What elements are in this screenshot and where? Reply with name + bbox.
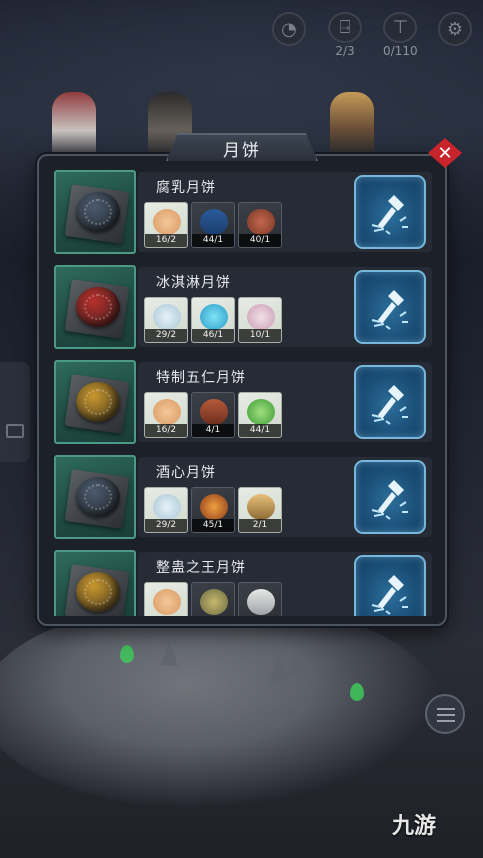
craft-button[interactable]: [354, 555, 426, 616]
sugar-icon: [153, 304, 181, 330]
material-slot[interactable]: 16/2: [144, 202, 188, 248]
herb-icon: [247, 399, 275, 425]
material-slot[interactable]: 29/2: [144, 297, 188, 343]
material-slot[interactable]: 44/1: [191, 202, 235, 248]
recipe-row: 酒心月饼 29/2 45/1 2/1: [54, 455, 435, 539]
material-list: [144, 582, 282, 616]
settings-button[interactable]: ⚙: [438, 12, 472, 58]
hammer-icon: [370, 571, 412, 615]
quest-list-button[interactable]: [425, 694, 465, 734]
material-quantity: 46/1: [192, 329, 234, 342]
material-list: 29/2 46/1 10/1: [144, 297, 282, 343]
craft-button[interactable]: [354, 365, 426, 439]
flour-icon: [153, 589, 181, 615]
water-tank-icon: [200, 209, 228, 235]
recipe-row: 整蛊之王月饼: [54, 550, 435, 616]
recipe-name: 整蛊之王月饼: [156, 557, 246, 577]
pine-tree: [270, 655, 288, 681]
pine-tree: [160, 640, 178, 666]
liquor-jar-icon: [200, 494, 228, 520]
box-count: 0/110: [383, 44, 418, 58]
pine-tree: [290, 648, 308, 674]
recipe-name: 腐乳月饼: [156, 177, 216, 197]
material-slot[interactable]: [238, 582, 282, 616]
nut-cake-icon: [200, 399, 228, 425]
material-slot[interactable]: [191, 582, 235, 616]
character-girl: [52, 92, 96, 156]
craft-button[interactable]: [354, 175, 426, 249]
flour-icon: [153, 399, 181, 425]
material-slot[interactable]: 10/1: [238, 297, 282, 343]
recipe-name: 特制五仁月饼: [156, 367, 246, 387]
panel-title: 月饼: [166, 133, 318, 161]
meat-icon: [247, 209, 275, 235]
material-quantity: 29/2: [145, 519, 187, 532]
cream-icon: [247, 304, 275, 330]
gear-icon: ⚙: [438, 12, 472, 46]
mooncake-thumbnail[interactable]: [54, 170, 136, 254]
recipe-name: 冰淇淋月饼: [156, 272, 231, 292]
material-quantity: 44/1: [239, 424, 281, 437]
watermark: 九游: [392, 808, 436, 840]
door-counter[interactable]: ⍈ 2/3: [328, 12, 362, 58]
recipe-name: 酒心月饼: [156, 462, 216, 482]
ice-crystal-icon: [200, 304, 228, 330]
material-quantity: 29/2: [145, 329, 187, 342]
door-icon: ⍈: [328, 12, 362, 43]
flour-icon: [153, 209, 181, 235]
craft-button[interactable]: [354, 270, 426, 344]
snow-terrain: [0, 600, 440, 810]
sugar-icon: [153, 494, 181, 520]
mooncake-thumbnail[interactable]: [54, 360, 136, 444]
material-quantity: 10/1: [239, 329, 281, 342]
box-counter[interactable]: ⊤ 0/110: [383, 12, 418, 58]
material-slot[interactable]: 45/1: [191, 487, 235, 533]
craft-button[interactable]: [354, 460, 426, 534]
character-blonde: [330, 92, 374, 156]
timer-button[interactable]: ◔: [272, 12, 306, 58]
close-icon: ✕: [437, 143, 452, 164]
material-list: 29/2 45/1 2/1: [144, 487, 282, 533]
map-marker-icon[interactable]: [120, 645, 134, 663]
material-quantity: 45/1: [192, 519, 234, 532]
material-quantity: 2/1: [239, 519, 281, 532]
recipe-list[interactable]: 腐乳月饼 16/2 44/1 40/1 冰淇淋月饼 29/2: [54, 170, 435, 616]
material-quantity: 40/1: [239, 234, 281, 247]
material-quantity: 4/1: [192, 424, 234, 437]
material-slot[interactable]: 2/1: [238, 487, 282, 533]
hammer-icon: [370, 191, 412, 235]
recipe-row: 冰淇淋月饼 29/2 46/1 10/1: [54, 265, 435, 349]
material-list: 16/2 4/1 44/1: [144, 392, 282, 438]
material-slot[interactable]: 4/1: [191, 392, 235, 438]
hammer-icon: [370, 381, 412, 425]
feather-icon: [247, 589, 275, 615]
material-slot[interactable]: 40/1: [238, 202, 282, 248]
side-panel-tab[interactable]: [0, 362, 30, 462]
material-list: 16/2 44/1 40/1: [144, 202, 282, 248]
material-quantity: 16/2: [145, 234, 187, 247]
mooncake-thumbnail[interactable]: [54, 265, 136, 349]
chat-icon[interactable]: [6, 424, 24, 438]
material-slot[interactable]: 16/2: [144, 392, 188, 438]
recipe-row: 特制五仁月饼 16/2 4/1 44/1: [54, 360, 435, 444]
material-quantity: 16/2: [145, 424, 187, 437]
pot-icon: [200, 589, 228, 615]
box-icon: ⊤: [383, 12, 417, 43]
material-quantity: 44/1: [192, 234, 234, 247]
recipe-row: 腐乳月饼 16/2 44/1 40/1: [54, 170, 435, 254]
material-slot[interactable]: 44/1: [238, 392, 282, 438]
mooncake-thumbnail[interactable]: [54, 550, 136, 616]
hammer-icon: [370, 286, 412, 330]
material-slot[interactable]: [144, 582, 188, 616]
hammer-icon: [370, 476, 412, 520]
material-slot[interactable]: 29/2: [144, 487, 188, 533]
door-count: 2/3: [335, 44, 354, 58]
material-slot[interactable]: 46/1: [191, 297, 235, 343]
mooncake-thumbnail[interactable]: [54, 455, 136, 539]
timer-icon: ◔: [272, 12, 306, 46]
map-marker-icon[interactable]: [350, 683, 364, 701]
bottle-icon: [247, 494, 275, 520]
